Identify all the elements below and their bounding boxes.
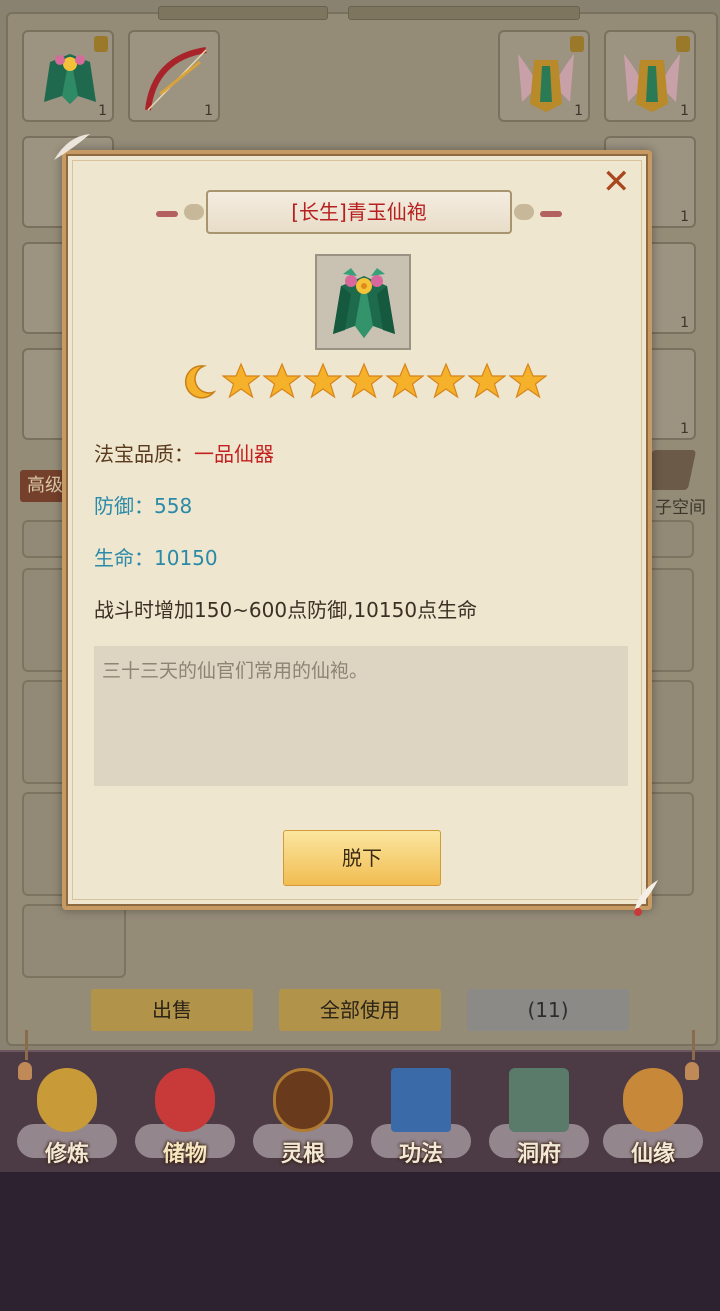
red-bow-icon xyxy=(145,47,207,111)
star-rating xyxy=(178,360,548,404)
nav-item-fate[interactable]: 仙缘 xyxy=(598,1058,708,1168)
feather-decoration xyxy=(634,880,658,916)
scroll-book-icon xyxy=(391,1068,451,1132)
life-row: 生命：10150 xyxy=(94,542,218,571)
feather-decoration xyxy=(54,134,90,160)
title-ornament xyxy=(156,211,178,217)
quality-value: 一品仙器 xyxy=(194,442,274,466)
star-icon xyxy=(222,362,260,399)
slot-count: 1 xyxy=(98,103,107,119)
star-icon xyxy=(345,362,383,399)
green-jade-robe-icon xyxy=(333,268,395,338)
life-label: 生命： xyxy=(94,546,154,570)
nav-label: 仙缘 xyxy=(630,1142,675,1167)
slot-count: 1 xyxy=(574,103,583,119)
lock-icon xyxy=(94,36,108,52)
close-button[interactable]: ✕ xyxy=(602,165,631,199)
top-tab[interactable] xyxy=(158,6,328,20)
gourd-icon xyxy=(623,1068,683,1132)
nav-item-techniques[interactable]: 功法 xyxy=(366,1058,476,1168)
quality-row: 法宝品质：一品仙器 xyxy=(94,438,274,467)
pavilion-icon xyxy=(509,1068,569,1132)
star-icon xyxy=(509,362,547,399)
effect-text: 战斗时增加150~600点防御,10150点生命 xyxy=(94,598,478,622)
star-icon xyxy=(263,362,301,399)
nav-item-cave[interactable]: 洞府 xyxy=(484,1058,594,1168)
nav-label: 灵根 xyxy=(280,1142,325,1167)
star-icon xyxy=(386,362,424,399)
winged-armor-icon xyxy=(624,54,680,112)
star-icon xyxy=(427,362,465,399)
slot-count: 1 xyxy=(680,421,689,437)
tassel-decoration xyxy=(25,1030,28,1060)
nav-item-storage[interactable]: 储物 xyxy=(130,1058,240,1168)
quality-label: 法宝品质： xyxy=(94,442,194,466)
inventory-slot[interactable]: 1 xyxy=(128,30,220,122)
star-icon xyxy=(304,362,342,399)
nav-item-spirit-root[interactable]: 灵根 xyxy=(248,1058,358,1168)
yin-yang-icon xyxy=(273,1068,333,1132)
star-icon xyxy=(468,362,506,399)
tassel-decoration xyxy=(692,1030,695,1060)
inventory-slot[interactable]: 1 xyxy=(22,30,114,122)
take-off-button[interactable]: 脱下 xyxy=(283,830,441,886)
item-title: [长生]青玉仙袍 xyxy=(291,200,427,224)
inventory-slot[interactable]: 1 xyxy=(604,30,696,122)
nav-label: 洞府 xyxy=(516,1142,561,1167)
treasure-bag-icon xyxy=(155,1068,215,1132)
slot-count: 1 xyxy=(680,103,689,119)
inventory-slot[interactable]: 1 xyxy=(498,30,590,122)
life-value: 10150 xyxy=(154,546,218,570)
lock-icon xyxy=(676,36,690,52)
use-all-button[interactable]: 全部使用 xyxy=(279,989,441,1031)
slot-count: 1 xyxy=(204,103,213,119)
lock-icon xyxy=(570,36,584,52)
title-plate: [长生]青玉仙袍 xyxy=(156,190,562,234)
slot-count: 1 xyxy=(680,209,689,225)
item-detail-dialog: ✕ [长生]青玉仙袍 法宝品质：一品仙器 防御：558 生命：10150 战斗时… xyxy=(62,150,652,910)
top-tab[interactable] xyxy=(348,6,580,20)
winged-armor-icon xyxy=(518,54,574,112)
bottom-floor xyxy=(0,1172,720,1311)
sell-button[interactable]: 出售 xyxy=(91,989,253,1031)
green-robe-icon xyxy=(44,54,96,104)
capacity-button[interactable]: (11) xyxy=(467,989,629,1031)
item-icon-frame xyxy=(315,254,411,350)
slot-count: 1 xyxy=(680,315,689,331)
defense-row: 防御：558 xyxy=(94,490,192,519)
crescent-moon-icon xyxy=(184,365,217,399)
defense-value: 558 xyxy=(154,494,193,518)
nav-label: 修炼 xyxy=(44,1142,89,1167)
item-description: 三十三天的仙官们常用的仙袍。 xyxy=(94,646,628,786)
grid-cell[interactable] xyxy=(22,904,126,978)
title-ornament xyxy=(540,211,562,217)
nav-label: 功法 xyxy=(398,1142,443,1167)
nav-label: 储物 xyxy=(162,1142,207,1167)
nav-item-cultivate[interactable]: 修炼 xyxy=(12,1058,122,1168)
hooded-figure-icon xyxy=(37,1068,97,1132)
defense-label: 防御： xyxy=(94,494,154,518)
